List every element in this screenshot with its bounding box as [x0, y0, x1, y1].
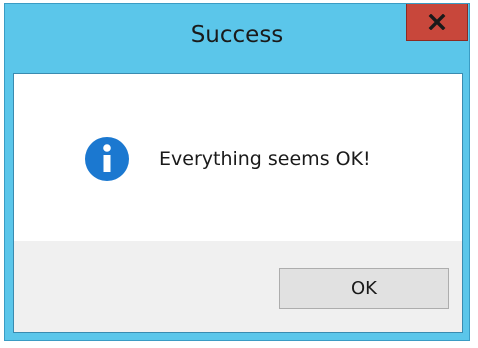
dialog-window: Success Everything seems OK! OK — [4, 3, 470, 341]
window-title: Success — [190, 22, 284, 48]
dialog-message: Everything seems OK! — [159, 148, 371, 170]
close-x-icon — [428, 14, 446, 30]
info-icon — [85, 137, 129, 181]
button-bar: OK — [14, 241, 462, 332]
title-bar[interactable]: Success — [5, 4, 469, 72]
message-area: Everything seems OK! — [14, 74, 462, 241]
ok-button[interactable]: OK — [279, 268, 449, 309]
dialog-body: Everything seems OK! OK — [13, 73, 463, 333]
close-button[interactable] — [406, 4, 468, 41]
